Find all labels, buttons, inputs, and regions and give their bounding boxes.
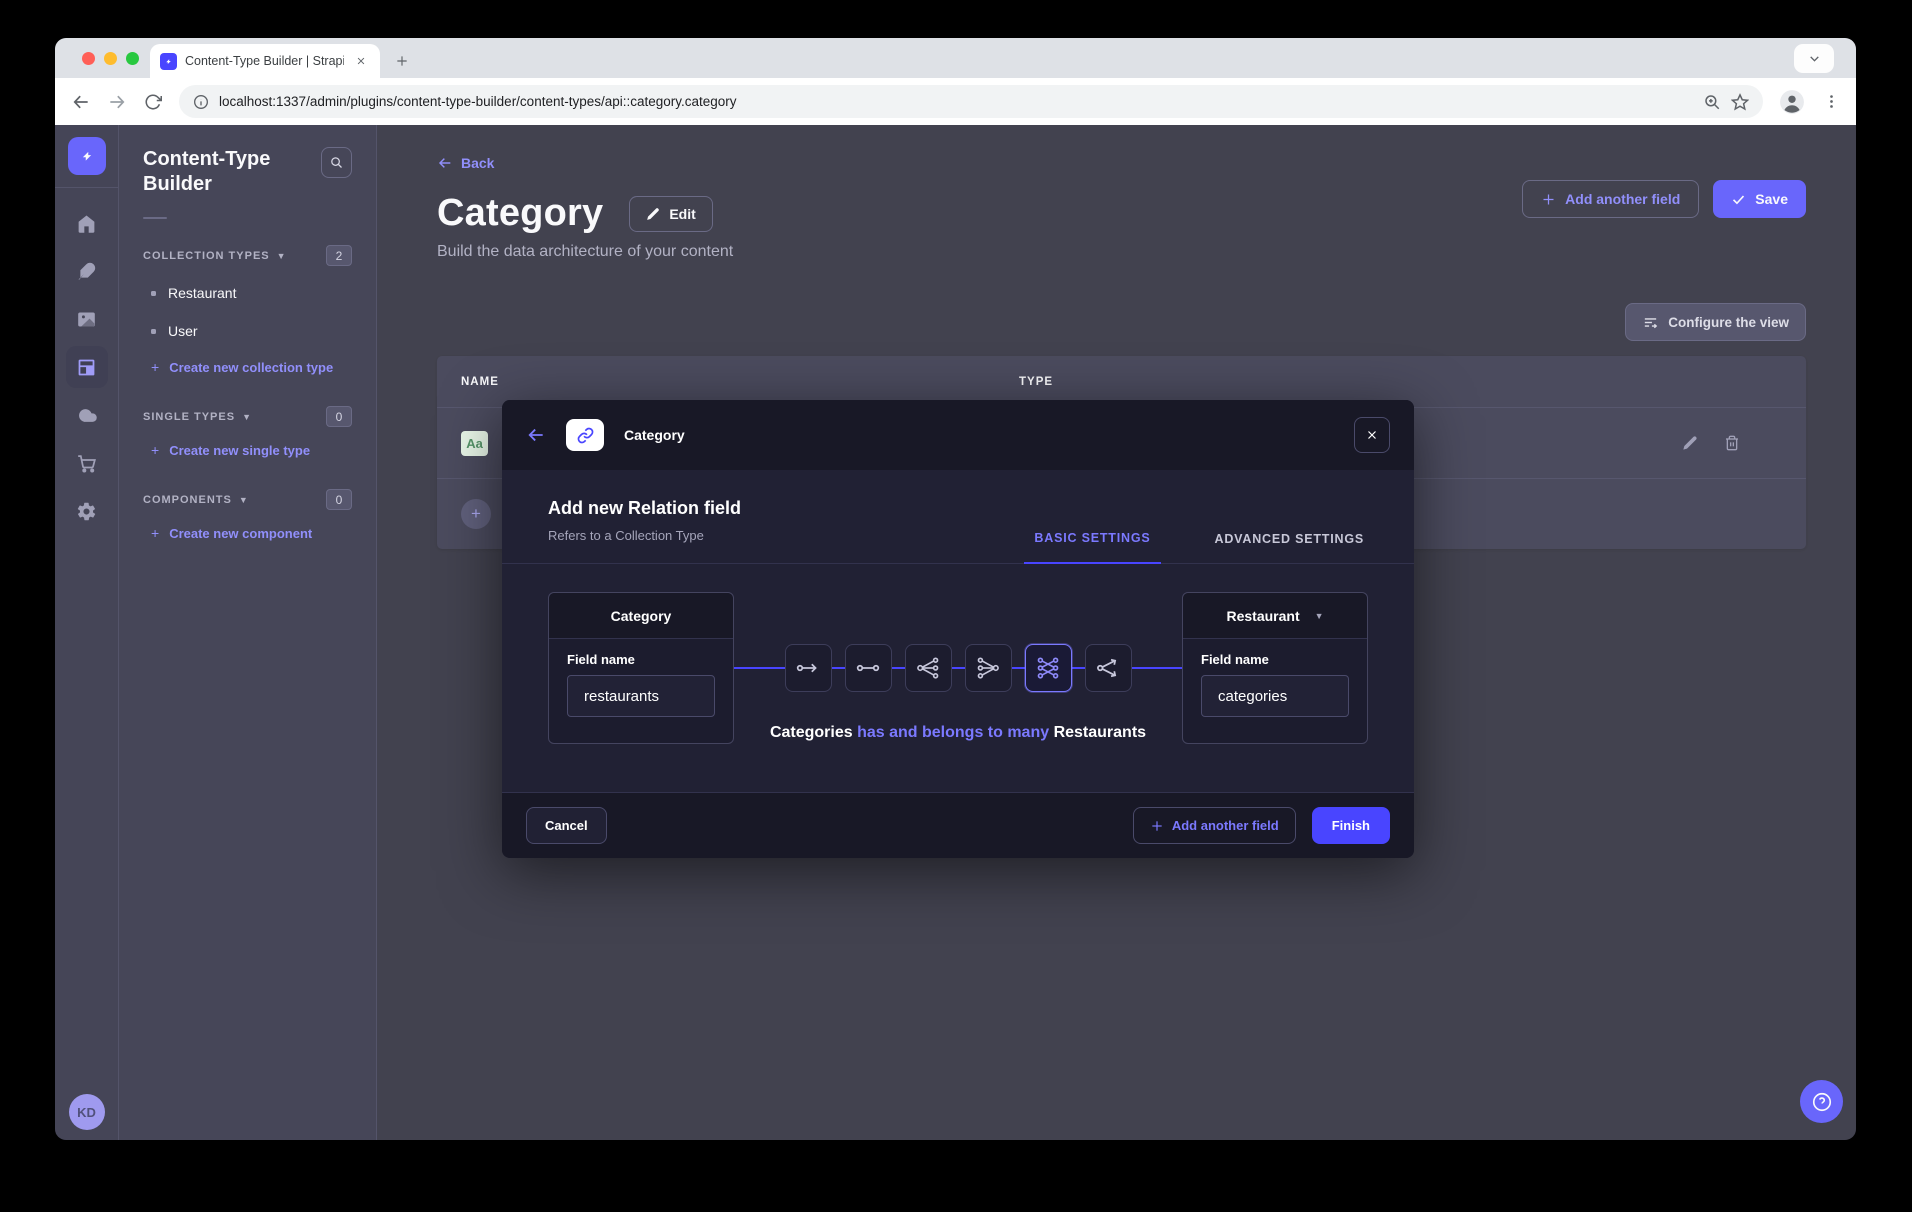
strapi-admin: KD Content-Type Builder COLLECTION TYPES… [55, 125, 1856, 1140]
screen: Content-Type Builder | Strapi [0, 0, 1912, 1212]
chevron-down-icon: ▼ [1315, 611, 1324, 621]
source-card: Category Field name [548, 592, 734, 744]
source-field-name-input[interactable] [567, 675, 715, 717]
target-card: Restaurant ▼ Field name [1182, 592, 1368, 744]
one-to-one-icon [855, 655, 881, 681]
url-omnibox[interactable]: localhost:1337/admin/plugins/content-typ… [179, 85, 1763, 118]
many-way-icon [1095, 655, 1121, 681]
cancel-label: Cancel [545, 818, 588, 833]
tab-title: Content-Type Builder | Strapi [185, 54, 344, 68]
relation-many-to-many-button[interactable] [1025, 644, 1072, 692]
relation-many-to-one-button[interactable] [965, 644, 1012, 692]
modal-tabs: BASIC SETTINGS ADVANCED SETTINGS [1024, 498, 1374, 563]
browser-window: Content-Type Builder | Strapi [55, 38, 1856, 1140]
one-to-many-icon [915, 655, 941, 681]
plus-icon [1150, 819, 1164, 833]
field-name-label: Field name [567, 652, 715, 667]
relation-field-icon [566, 419, 604, 451]
modal-back-button[interactable] [526, 425, 546, 445]
relation-many-way-button[interactable] [1085, 644, 1132, 692]
source-card-title: Category [549, 593, 733, 639]
modal-title-bar: Add new Relation field Refers to a Colle… [502, 470, 1414, 564]
back-icon[interactable] [71, 92, 91, 112]
relation-sentence: Categories has and belongs to many Resta… [734, 724, 1182, 742]
target-collection-select[interactable]: Restaurant ▼ [1183, 593, 1367, 639]
modal-title: Category [624, 427, 685, 443]
many-to-one-icon [975, 655, 1001, 681]
tab-basic-settings[interactable]: BASIC SETTINGS [1024, 531, 1160, 564]
modal-add-another-field-button[interactable]: Add another field [1133, 807, 1296, 844]
modal-subheading: Refers to a Collection Type [548, 528, 741, 563]
close-window-button[interactable] [82, 52, 95, 65]
one-way-icon [795, 655, 821, 681]
relation-type-selector: Categories has and belongs to many Resta… [734, 592, 1182, 744]
toolbar-right [1779, 89, 1840, 115]
relation-one-to-many-button[interactable] [905, 644, 952, 692]
relation-one-way-button[interactable] [785, 644, 832, 692]
modal-heading: Add new Relation field [548, 498, 741, 519]
browser-tab[interactable]: Content-Type Builder | Strapi [150, 44, 380, 78]
strapi-favicon [160, 53, 177, 70]
tab-list-chevron-button[interactable] [1794, 44, 1834, 73]
modal-header: Category [502, 400, 1414, 470]
link-icon [577, 427, 594, 444]
target-card-title: Restaurant [1226, 608, 1299, 624]
browser-toolbar: localhost:1337/admin/plugins/content-typ… [55, 78, 1856, 125]
traffic-lights [82, 52, 139, 65]
profile-icon[interactable] [1779, 89, 1805, 115]
modal-add-field-label: Add another field [1172, 818, 1279, 833]
finish-button[interactable]: Finish [1312, 807, 1390, 844]
site-info-icon[interactable] [193, 94, 209, 110]
url-text: localhost:1337/admin/plugins/content-typ… [219, 94, 1693, 109]
target-field-name-input[interactable] [1201, 675, 1349, 717]
forward-icon[interactable] [107, 92, 127, 112]
bookmark-star-icon[interactable] [1731, 93, 1749, 111]
close-icon [1366, 429, 1378, 441]
zoom-page-icon[interactable] [1703, 93, 1721, 111]
add-relation-modal: Category Add new Relation field Refers t… [502, 400, 1414, 858]
relation-one-to-one-button[interactable] [845, 644, 892, 692]
sentence-target: Restaurants [1049, 724, 1146, 741]
relation-picker: Category Field name [502, 564, 1414, 744]
menu-kebab-icon[interactable] [1823, 93, 1840, 110]
browser-tabstrip: Content-Type Builder | Strapi [55, 38, 1856, 78]
modal-footer: Cancel Add another field Finish [502, 792, 1414, 858]
sentence-source: Categories [770, 724, 857, 741]
reload-icon[interactable] [143, 92, 163, 112]
modal-close-button[interactable] [1354, 417, 1390, 453]
sentence-relation: has and belongs to many [857, 724, 1049, 741]
cancel-button[interactable]: Cancel [526, 807, 607, 844]
field-name-label: Field name [1201, 652, 1349, 667]
zoom-window-button[interactable] [126, 52, 139, 65]
finish-label: Finish [1332, 818, 1370, 833]
minimize-window-button[interactable] [104, 52, 117, 65]
many-to-many-icon [1035, 655, 1061, 681]
tab-close-icon[interactable] [352, 52, 370, 70]
new-tab-button[interactable] [388, 47, 416, 75]
tab-advanced-settings[interactable]: ADVANCED SETTINGS [1205, 532, 1375, 563]
